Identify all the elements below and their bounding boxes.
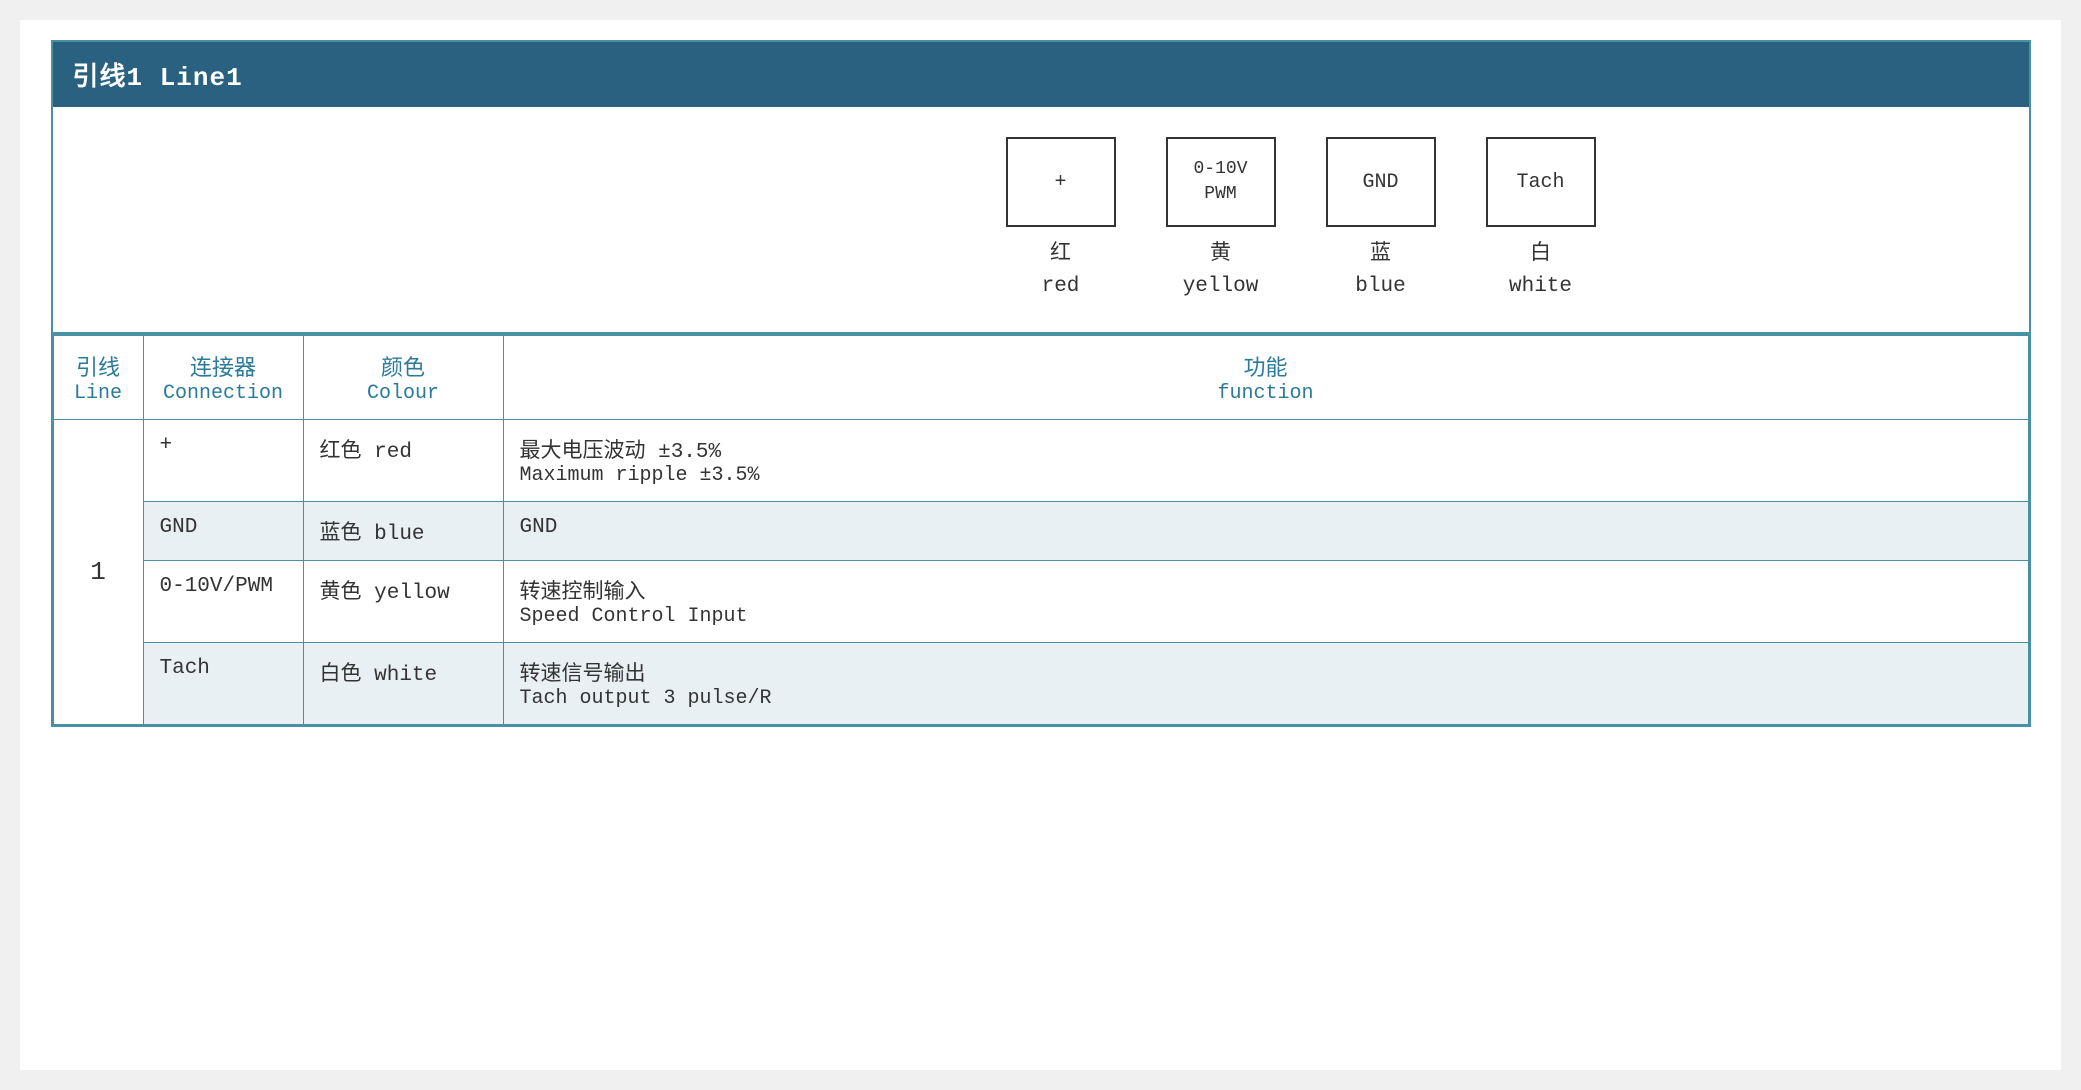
color-white-zh: 白色 <box>320 664 362 687</box>
conn-gnd-symbol: GND <box>160 516 198 539</box>
connector-label-yellow: 黄 yellow <box>1183 239 1259 302</box>
connector-label-blue: 蓝 blue <box>1355 239 1405 302</box>
header-connection: 连接器 Connection <box>143 335 303 420</box>
color-blue-en: blue <box>374 523 424 546</box>
connector-label-red: 红 red <box>1042 239 1080 302</box>
func-white-en: Tach output 3 pulse/R <box>520 687 2012 710</box>
conn-pwm-symbol: 0-10V/PWM <box>160 575 273 598</box>
func-white-zh: 转速信号输出 <box>520 657 2012 687</box>
color-yellow-zh: 黄色 <box>320 582 362 605</box>
header-colour: 颜色 Colour <box>303 335 503 420</box>
header-color-en: Colour <box>320 382 487 405</box>
header-conn-en: Connection <box>160 382 287 405</box>
header-func-zh: 功能 <box>520 350 2012 382</box>
connector-boxes: + 红 red 0-10VPWM 黄 yellow <box>1006 137 1596 302</box>
connector-en-white: white <box>1509 275 1572 298</box>
connector-zh-yellow: 黄 <box>1210 243 1231 266</box>
connector-box-pwm: 0-10VPWM <box>1166 137 1276 227</box>
main-table-wrapper: 引线1 Line1 + 红 red 0- <box>51 40 2031 727</box>
table-row-pwm: 0-10V/PWM 黄色 yellow 转速控制输入 Speed Control… <box>53 561 2028 643</box>
color-white-en: white <box>374 664 437 687</box>
table-row-gnd: GND 蓝色 blue GND <box>53 502 2028 561</box>
color-red-en: red <box>374 441 412 464</box>
color-white: 白色 white <box>303 643 503 725</box>
connector-item-white: Tach 白 white <box>1486 137 1596 302</box>
title-text: 引线1 Line1 <box>73 63 243 93</box>
conn-plus-symbol: + <box>160 434 173 457</box>
func-red-zh: 最大电压波动 ±3.5% <box>520 434 2012 464</box>
connector-item-yellow: 0-10VPWM 黄 yellow <box>1166 137 1276 302</box>
func-red-en: Maximum ripple ±3.5% <box>520 464 2012 487</box>
header-color-zh: 颜色 <box>320 350 487 382</box>
func-yellow-zh: 转速控制输入 <box>520 575 2012 605</box>
conn-plus: + <box>143 420 303 502</box>
diagram-row: + 红 red 0-10VPWM 黄 yellow <box>53 107 2029 334</box>
func-yellow-en: Speed Control Input <box>520 605 2012 628</box>
connector-en-blue: blue <box>1355 275 1405 298</box>
connector-zh-white: 白 <box>1530 243 1551 266</box>
page-container: 引线1 Line1 + 红 red 0- <box>20 20 2061 1070</box>
header-line: 引线 Line <box>53 335 143 420</box>
connector-en-yellow: yellow <box>1183 275 1259 298</box>
conn-tach-symbol: Tach <box>160 657 210 680</box>
color-red-zh: 红色 <box>320 441 362 464</box>
header-line-en: Line <box>70 382 127 405</box>
table-title: 引线1 Line1 <box>53 42 2029 107</box>
header-conn-zh: 连接器 <box>160 350 287 382</box>
color-blue-zh: 蓝色 <box>320 523 362 546</box>
func-white: 转速信号输出 Tach output 3 pulse/R <box>503 643 2028 725</box>
header-function: 功能 function <box>503 335 2028 420</box>
func-blue-zh: GND <box>520 516 558 539</box>
func-yellow: 转速控制输入 Speed Control Input <box>503 561 2028 643</box>
color-yellow-en: yellow <box>374 582 450 605</box>
connector-box-plus: + <box>1006 137 1116 227</box>
connector-symbol-tach: Tach <box>1516 171 1564 194</box>
header-func-en: function <box>520 382 2012 405</box>
conn-gnd: GND <box>143 502 303 561</box>
conn-tach: Tach <box>143 643 303 725</box>
connector-item-blue: GND 蓝 blue <box>1326 137 1436 302</box>
connector-symbol-pwm: 0-10VPWM <box>1193 157 1247 207</box>
connector-en-red: red <box>1042 275 1080 298</box>
connector-label-white: 白 white <box>1509 239 1572 302</box>
color-yellow: 黄色 yellow <box>303 561 503 643</box>
func-red: 最大电压波动 ±3.5% Maximum ripple ±3.5% <box>503 420 2028 502</box>
connector-symbol-gnd: GND <box>1362 171 1398 194</box>
conn-pwm: 0-10V/PWM <box>143 561 303 643</box>
connector-item-red: + 红 red <box>1006 137 1116 302</box>
connector-box-tach: Tach <box>1486 137 1596 227</box>
table-header-row: 引线 Line 连接器 Connection 颜色 Colour 功能 func… <box>53 335 2028 420</box>
table-row-tach: Tach 白色 white 转速信号输出 Tach output 3 pulse… <box>53 643 2028 725</box>
func-blue: GND <box>503 502 2028 561</box>
connector-box-gnd: GND <box>1326 137 1436 227</box>
color-red: 红色 red <box>303 420 503 502</box>
color-blue: 蓝色 blue <box>303 502 503 561</box>
connector-zh-blue: 蓝 <box>1370 243 1391 266</box>
line-number-1: 1 <box>53 420 143 725</box>
table-row-plus: 1 + 红色 red 最大电压波动 ±3.5% Maximum ripple ±… <box>53 420 2028 502</box>
data-table: 引线 Line 连接器 Connection 颜色 Colour 功能 func… <box>53 334 2029 725</box>
connector-symbol-plus: + <box>1054 171 1066 194</box>
header-line-zh: 引线 <box>70 350 127 382</box>
connector-zh-red: 红 <box>1050 243 1071 266</box>
